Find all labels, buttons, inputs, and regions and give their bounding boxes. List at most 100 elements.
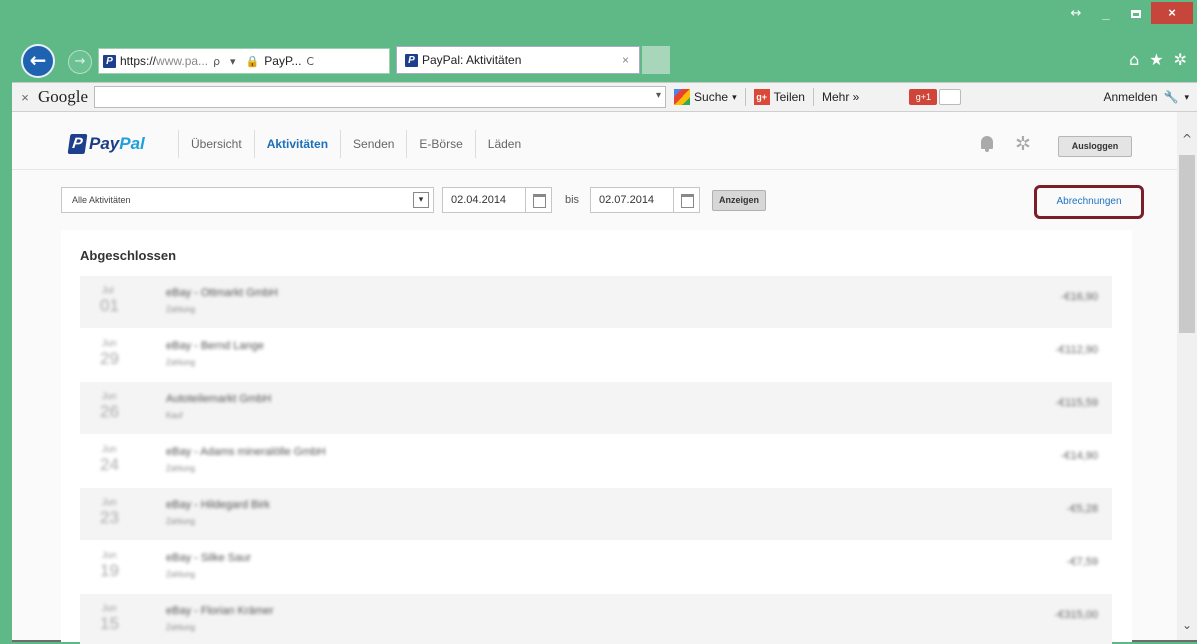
- google-search-button[interactable]: Suche ▾: [674, 89, 737, 105]
- more-label: Mehr »: [821, 90, 860, 104]
- tab-close-icon[interactable]: ×: [622, 53, 629, 67]
- transaction-month: Jun: [102, 550, 117, 560]
- transaction-day: 29: [100, 349, 119, 368]
- date-to-input[interactable]: 02.07.2014: [590, 187, 700, 213]
- window-titlebar: ↔ _ ×: [0, 0, 1197, 36]
- nav-aktivitaeten[interactable]: Aktivitäten: [253, 130, 340, 158]
- site-identity-label[interactable]: PayP...: [264, 54, 301, 68]
- address-dropdown-icon[interactable]: ▾: [230, 55, 236, 68]
- google-search-input[interactable]: ▾: [94, 86, 667, 108]
- table-row[interactable]: Jun 19 eBay - Silke Saur Zahlung -€7,59: [80, 541, 1112, 594]
- table-row[interactable]: Jun 29 eBay - Bernd Lange Zahlung -€112,90: [80, 329, 1112, 382]
- page-content: P Pay Pal Übersicht Aktivitäten Senden E…: [12, 112, 1197, 644]
- share-icon: g+: [753, 89, 770, 105]
- window-controls: ↔ _ ×: [1061, 2, 1193, 24]
- maximize-button[interactable]: [1121, 6, 1151, 21]
- tab-paypal-activities[interactable]: P PayPal: Aktivitäten ×: [396, 46, 640, 74]
- close-window-button[interactable]: ×: [1151, 2, 1193, 24]
- toolbar-divider: [812, 88, 814, 106]
- paypal-logo-mark: P: [67, 134, 88, 154]
- browser-toolbar-icons: ⌂ ★ ✲: [1129, 50, 1187, 69]
- date-from-input[interactable]: 02.04.2014: [442, 187, 552, 213]
- share-button[interactable]: g+ Teilen: [753, 89, 805, 105]
- paypal-logo[interactable]: P Pay Pal: [67, 134, 145, 154]
- close-toolbar-icon[interactable]: ×: [12, 90, 38, 105]
- scrollbar-thumb[interactable]: [1179, 155, 1195, 333]
- search-icon[interactable]: ρ: [213, 55, 220, 68]
- nav-laeden[interactable]: Läden: [474, 130, 533, 158]
- scroll-down-icon[interactable]: ⌄: [1180, 618, 1194, 634]
- wrench-dropdown-icon: ▾: [1184, 91, 1189, 102]
- transaction-month: Jul: [102, 285, 114, 295]
- forward-button[interactable]: →: [68, 50, 92, 74]
- transaction-name: Autoteilemarkt GmbH: [166, 393, 272, 405]
- page-scrollbar[interactable]: ^ ⌄: [1177, 112, 1197, 640]
- transaction-type: Zahlung: [166, 358, 195, 367]
- transaction-day: 24: [100, 455, 119, 474]
- more-button[interactable]: Mehr »: [822, 90, 859, 104]
- transaction-type: Zahlung: [166, 570, 195, 579]
- main-nav: Übersicht Aktivitäten Senden E-Börse Läd…: [178, 130, 533, 158]
- restore-size-icon[interactable]: ↔: [1061, 6, 1091, 21]
- gear-icon[interactable]: ✲: [1174, 50, 1187, 69]
- scroll-up-icon[interactable]: ^: [1180, 132, 1194, 148]
- date-from-value: 02.04.2014: [451, 194, 507, 206]
- gplus-one-icon[interactable]: g+1: [909, 89, 938, 105]
- address-bar[interactable]: P https:// www.pa... ρ ▾ 🔒 PayP... C: [98, 48, 390, 74]
- back-arrow-icon: ←: [29, 48, 47, 72]
- minimize-button[interactable]: _: [1091, 6, 1121, 21]
- transaction-list: Jul 01 eBay - Ottmarkt GmbH Zahlung -€16,90 J…: [80, 276, 1112, 644]
- forward-arrow-icon: →: [74, 54, 86, 69]
- paypal-logo-pal: Pal: [119, 134, 145, 153]
- activity-panel: Abgeschlossen Jul 01 eBay - Ottmarkt GmbH Z…: [61, 230, 1132, 644]
- table-row[interactable]: Jun 26 Autoteilemarkt GmbH Kauf -€115,59: [80, 382, 1112, 435]
- login-button[interactable]: Anmelden 🔧 ▾: [1103, 90, 1189, 104]
- activity-filter-row: Alle Aktivitäten ▾ 02.04.2014 bis 02.07.…: [12, 170, 1177, 228]
- transaction-amount: -€315,00: [1054, 609, 1098, 621]
- show-button[interactable]: Anzeigen: [712, 190, 766, 211]
- transaction-amount: -€7,59: [1066, 556, 1098, 568]
- tab-title: PayPal: Aktivitäten: [422, 53, 522, 67]
- calendar-icon[interactable]: [525, 188, 551, 212]
- transaction-day: 19: [100, 561, 119, 580]
- browser-nav-row: ← → P https:// www.pa... ρ ▾ 🔒 PayP... C…: [0, 36, 1197, 82]
- table-row[interactable]: Jun 24 eBay - Adams mineralölle GmbH Zahlun…: [80, 435, 1112, 488]
- back-button[interactable]: ←: [21, 44, 55, 78]
- transaction-name: eBay - Florian Krämer: [166, 605, 274, 617]
- settings-gear-icon[interactable]: ✲: [1015, 133, 1031, 155]
- logout-button[interactable]: Ausloggen: [1058, 136, 1132, 157]
- star-icon[interactable]: ★: [1149, 50, 1163, 69]
- transaction-type: Zahlung: [166, 464, 195, 473]
- chevron-down-icon[interactable]: ▾: [413, 192, 429, 208]
- lock-icon: 🔒: [245, 54, 260, 68]
- table-row[interactable]: Jun 23 eBay - Hildegard Birk Zahlung -€5,28: [80, 488, 1112, 541]
- nav-uebersicht[interactable]: Übersicht: [178, 130, 254, 158]
- google-logo: Google: [38, 87, 88, 107]
- toolbar-divider: [744, 88, 746, 106]
- new-tab-button[interactable]: [642, 46, 670, 74]
- transaction-type: Zahlung: [166, 305, 195, 314]
- notification-bell-icon[interactable]: [980, 136, 994, 152]
- gplus-toggle[interactable]: [939, 89, 962, 105]
- google-logo-text: Google: [38, 87, 89, 106]
- table-row[interactable]: Jul 01 eBay - Ottmarkt GmbH Zahlung -€16,90: [80, 276, 1112, 329]
- paypal-header: P Pay Pal Übersicht Aktivitäten Senden E…: [12, 112, 1177, 170]
- date-to-value: 02.07.2014: [599, 194, 655, 206]
- transaction-type: Kauf: [166, 411, 183, 420]
- transaction-day: 23: [100, 508, 119, 527]
- statements-link[interactable]: Abrechnungen: [1034, 185, 1144, 219]
- calendar-icon[interactable]: [673, 188, 699, 212]
- search-dropdown-icon[interactable]: ▾: [656, 90, 661, 101]
- refresh-icon[interactable]: C: [306, 55, 314, 68]
- transaction-name: eBay - Bernd Lange: [166, 340, 264, 352]
- nav-e-boerse[interactable]: E-Börse: [406, 130, 474, 158]
- wrench-icon[interactable]: 🔧: [1164, 90, 1179, 104]
- transaction-amount: -€16,90: [1060, 291, 1098, 303]
- activity-type-select[interactable]: Alle Aktivitäten ▾: [61, 187, 434, 213]
- table-row[interactable]: Jun 15 eBay - Florian Krämer Zahlung -€315,0…: [80, 594, 1112, 644]
- search-menu-dropdown-icon: ▾: [732, 91, 737, 102]
- paypal-logo-pay: Pay: [89, 134, 120, 153]
- nav-senden[interactable]: Senden: [340, 130, 406, 158]
- home-icon[interactable]: ⌂: [1129, 50, 1139, 69]
- google-toolbar: × Google ▾ Suche ▾ g+ Teilen Mehr » g+1 …: [12, 82, 1197, 112]
